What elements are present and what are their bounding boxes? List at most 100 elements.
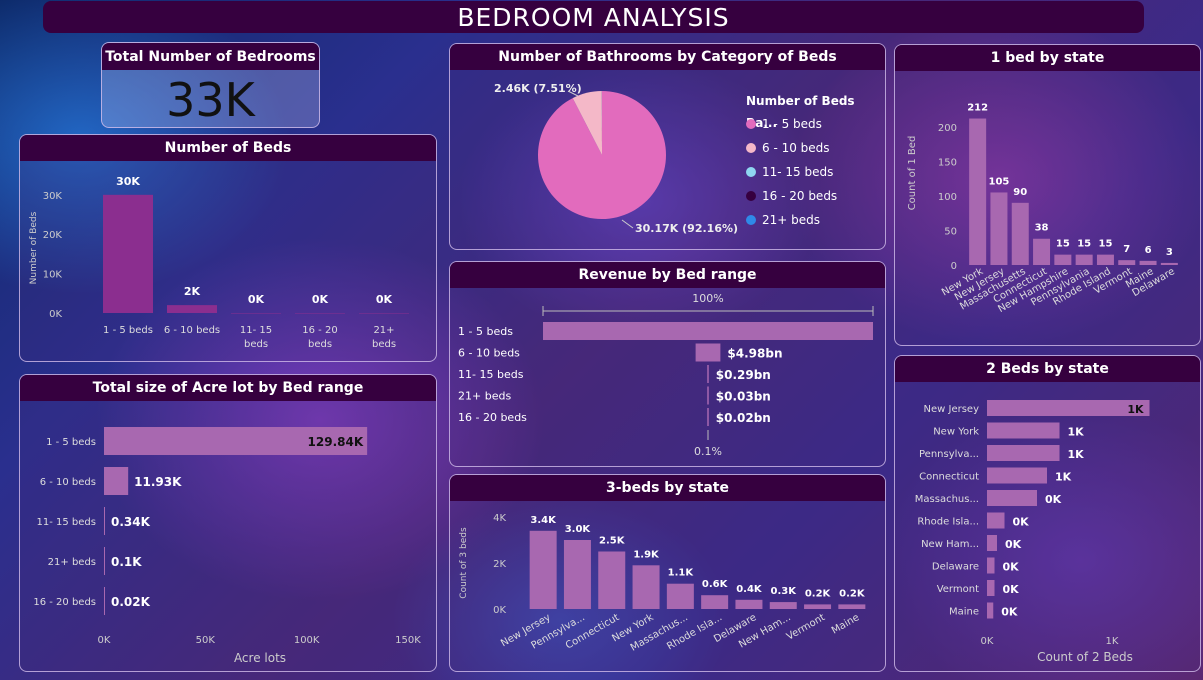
bed1-bar (1118, 260, 1136, 265)
beds3-card[interactable]: 3-beds by state Count of 3 beds 0K 2K 4K 3.4… (449, 474, 886, 672)
legend-swatch (746, 167, 756, 177)
beds3-ylabel: Count of 3 beds (459, 527, 469, 599)
pie-legend: Number of Beds Ra... 1 - 5 beds 6 - 10 be… (746, 90, 885, 232)
beds2-ytick: Massachus... (915, 494, 979, 505)
beds-ytick: 0K (49, 309, 62, 320)
beds-xtick: 6 - 10 beds (164, 325, 220, 336)
kpi-card[interactable]: Total Number of Bedrooms 33K (101, 42, 320, 128)
beds3-bar (598, 551, 626, 609)
beds-data-label: 2K (184, 285, 201, 298)
beds3-data-label: 2.5K (599, 536, 626, 547)
beds3-chart: Count of 3 beds0K2K4K 3.4KNew Jersey3.0KP… (459, 513, 866, 654)
bed1-data-label: 7 (1123, 244, 1130, 255)
beds2-chart: New Jersey 1K New York 1K Pennsylva... 1K Conn… (915, 400, 1150, 664)
revenue-data-label: $4.98bn (727, 347, 782, 361)
beds3-data-label: 3.0K (565, 524, 592, 535)
bed1-data-label: 15 (1098, 239, 1112, 250)
beds2-bar (987, 580, 995, 596)
bed1-bar (1096, 254, 1114, 265)
beds-bar (359, 313, 409, 314)
beds3-xtick: Vermont (785, 612, 827, 643)
legend-item[interactable]: 16 - 20 beds (746, 184, 885, 208)
beds3-bar (804, 604, 832, 609)
bed1-card[interactable]: 1 bed by state Count of 1 Bed 0 50 100 150 20… (894, 44, 1201, 346)
acre-ytick: 1 - 5 beds (46, 437, 96, 448)
bed1-ytick: 0 (951, 261, 957, 272)
beds-ytick: 20K (43, 230, 63, 241)
beds2-data-label: 0K (1003, 561, 1020, 574)
beds2-data-label: 0K (1005, 538, 1022, 551)
beds3-ytick: 0K (493, 605, 506, 616)
revenue-card[interactable]: Revenue by Bed range 100% 1 - 5 beds 6 - 1… (449, 261, 886, 467)
legend-swatch (746, 143, 756, 153)
beds3-bar (769, 602, 797, 609)
beds-data-label: 0K (248, 293, 265, 306)
bed1-data-label: 38 (1035, 223, 1049, 234)
acre-xtick: 50K (196, 635, 216, 646)
beds-data-label: 30K (116, 175, 140, 188)
bed1-bar (1054, 254, 1072, 265)
beds-xtick: beds (244, 339, 268, 350)
bed1-data-label: 15 (1077, 239, 1091, 250)
beds3-data-label: 1.9K (633, 549, 660, 560)
beds3-data-label: 0.2K (839, 588, 866, 599)
beds-xtick: 1 - 5 beds (103, 325, 153, 336)
beds-xtick: beds (372, 339, 396, 350)
bed1-ytick: 100 (938, 192, 957, 203)
dashboard-title: BEDROOM ANALYSIS (457, 2, 730, 32)
beds2-card[interactable]: 2 Beds by state New Jersey 1K New York 1K Pe… (894, 355, 1201, 672)
beds2-data-label: 0K (1013, 516, 1030, 529)
bathrooms-card[interactable]: Number of Bathrooms by Category of Beds … (449, 43, 886, 250)
beds2-xtick: 1K (1106, 636, 1119, 647)
acre-card[interactable]: Total size of Acre lot by Bed range 1 - … (19, 374, 437, 672)
bed1-data-label: 105 (989, 176, 1010, 187)
beds2-ytick: New Ham... (921, 539, 979, 550)
beds2-ytick: Connecticut (919, 472, 979, 483)
revenue-bar (695, 343, 721, 362)
bed1-data-label: 90 (1013, 187, 1027, 198)
legend-title: Number of Beds Ra... (746, 94, 855, 130)
beds3-xtick: Maine (830, 612, 862, 637)
revenue-ytick: 11- 15 beds (458, 368, 524, 381)
beds2-xtick: 0K (981, 636, 994, 647)
beds3-bar (632, 565, 660, 609)
revenue-bar (707, 386, 709, 405)
beds2-bar (987, 445, 1060, 461)
legend-label: 1 - 5 beds (762, 117, 822, 131)
acre-data-label: 11.93K (134, 475, 182, 489)
legend-item[interactable]: 6 - 10 beds (746, 136, 885, 160)
beds3-data-label: 1.1K (668, 568, 695, 579)
beds2-data-label: 1K (1068, 426, 1085, 439)
bed1-data-label: 15 (1056, 239, 1070, 250)
beds2-data-label: 1K (1068, 448, 1085, 461)
beds-card[interactable]: Number of Beds Number of Beds 0K 10K 20K 30K… (19, 134, 437, 362)
beds-bar (167, 305, 217, 313)
beds2-bar (987, 490, 1037, 506)
beds-ytick: 10K (43, 270, 63, 281)
bed1-bar (1033, 238, 1051, 265)
revenue-bar (707, 365, 709, 383)
bed1-bar (1075, 254, 1093, 265)
legend-label: 16 - 20 beds (762, 189, 838, 203)
bed1-bar (1011, 202, 1029, 265)
legend-item[interactable]: 11- 15 beds (746, 160, 885, 184)
beds3-bar (838, 604, 866, 609)
revenue-top-label: 100% (692, 292, 723, 305)
legend-item[interactable]: 21+ beds (746, 208, 885, 232)
beds-ylabel: Number of Beds (29, 211, 39, 284)
beds-xtick: 21+ (373, 325, 394, 336)
revenue-ytick: 1 - 5 beds (458, 325, 513, 338)
beds3-ytick: 2K (493, 559, 506, 570)
beds3-bar (735, 599, 763, 609)
beds2-bar (987, 422, 1060, 439)
beds3-data-label: 0.6K (702, 579, 729, 590)
acre-xtick: 0K (98, 635, 111, 646)
acre-xtick: 150K (395, 635, 421, 646)
beds-xtick: 16 - 20 (302, 325, 337, 336)
acre-data-label: 0.1K (111, 555, 142, 569)
acre-ytick: 21+ beds (48, 557, 96, 568)
acre-bar (104, 587, 105, 615)
legend-swatch (746, 191, 756, 201)
beds2-data-label: 1K (1055, 471, 1072, 484)
kpi-value: 33K (166, 73, 255, 127)
